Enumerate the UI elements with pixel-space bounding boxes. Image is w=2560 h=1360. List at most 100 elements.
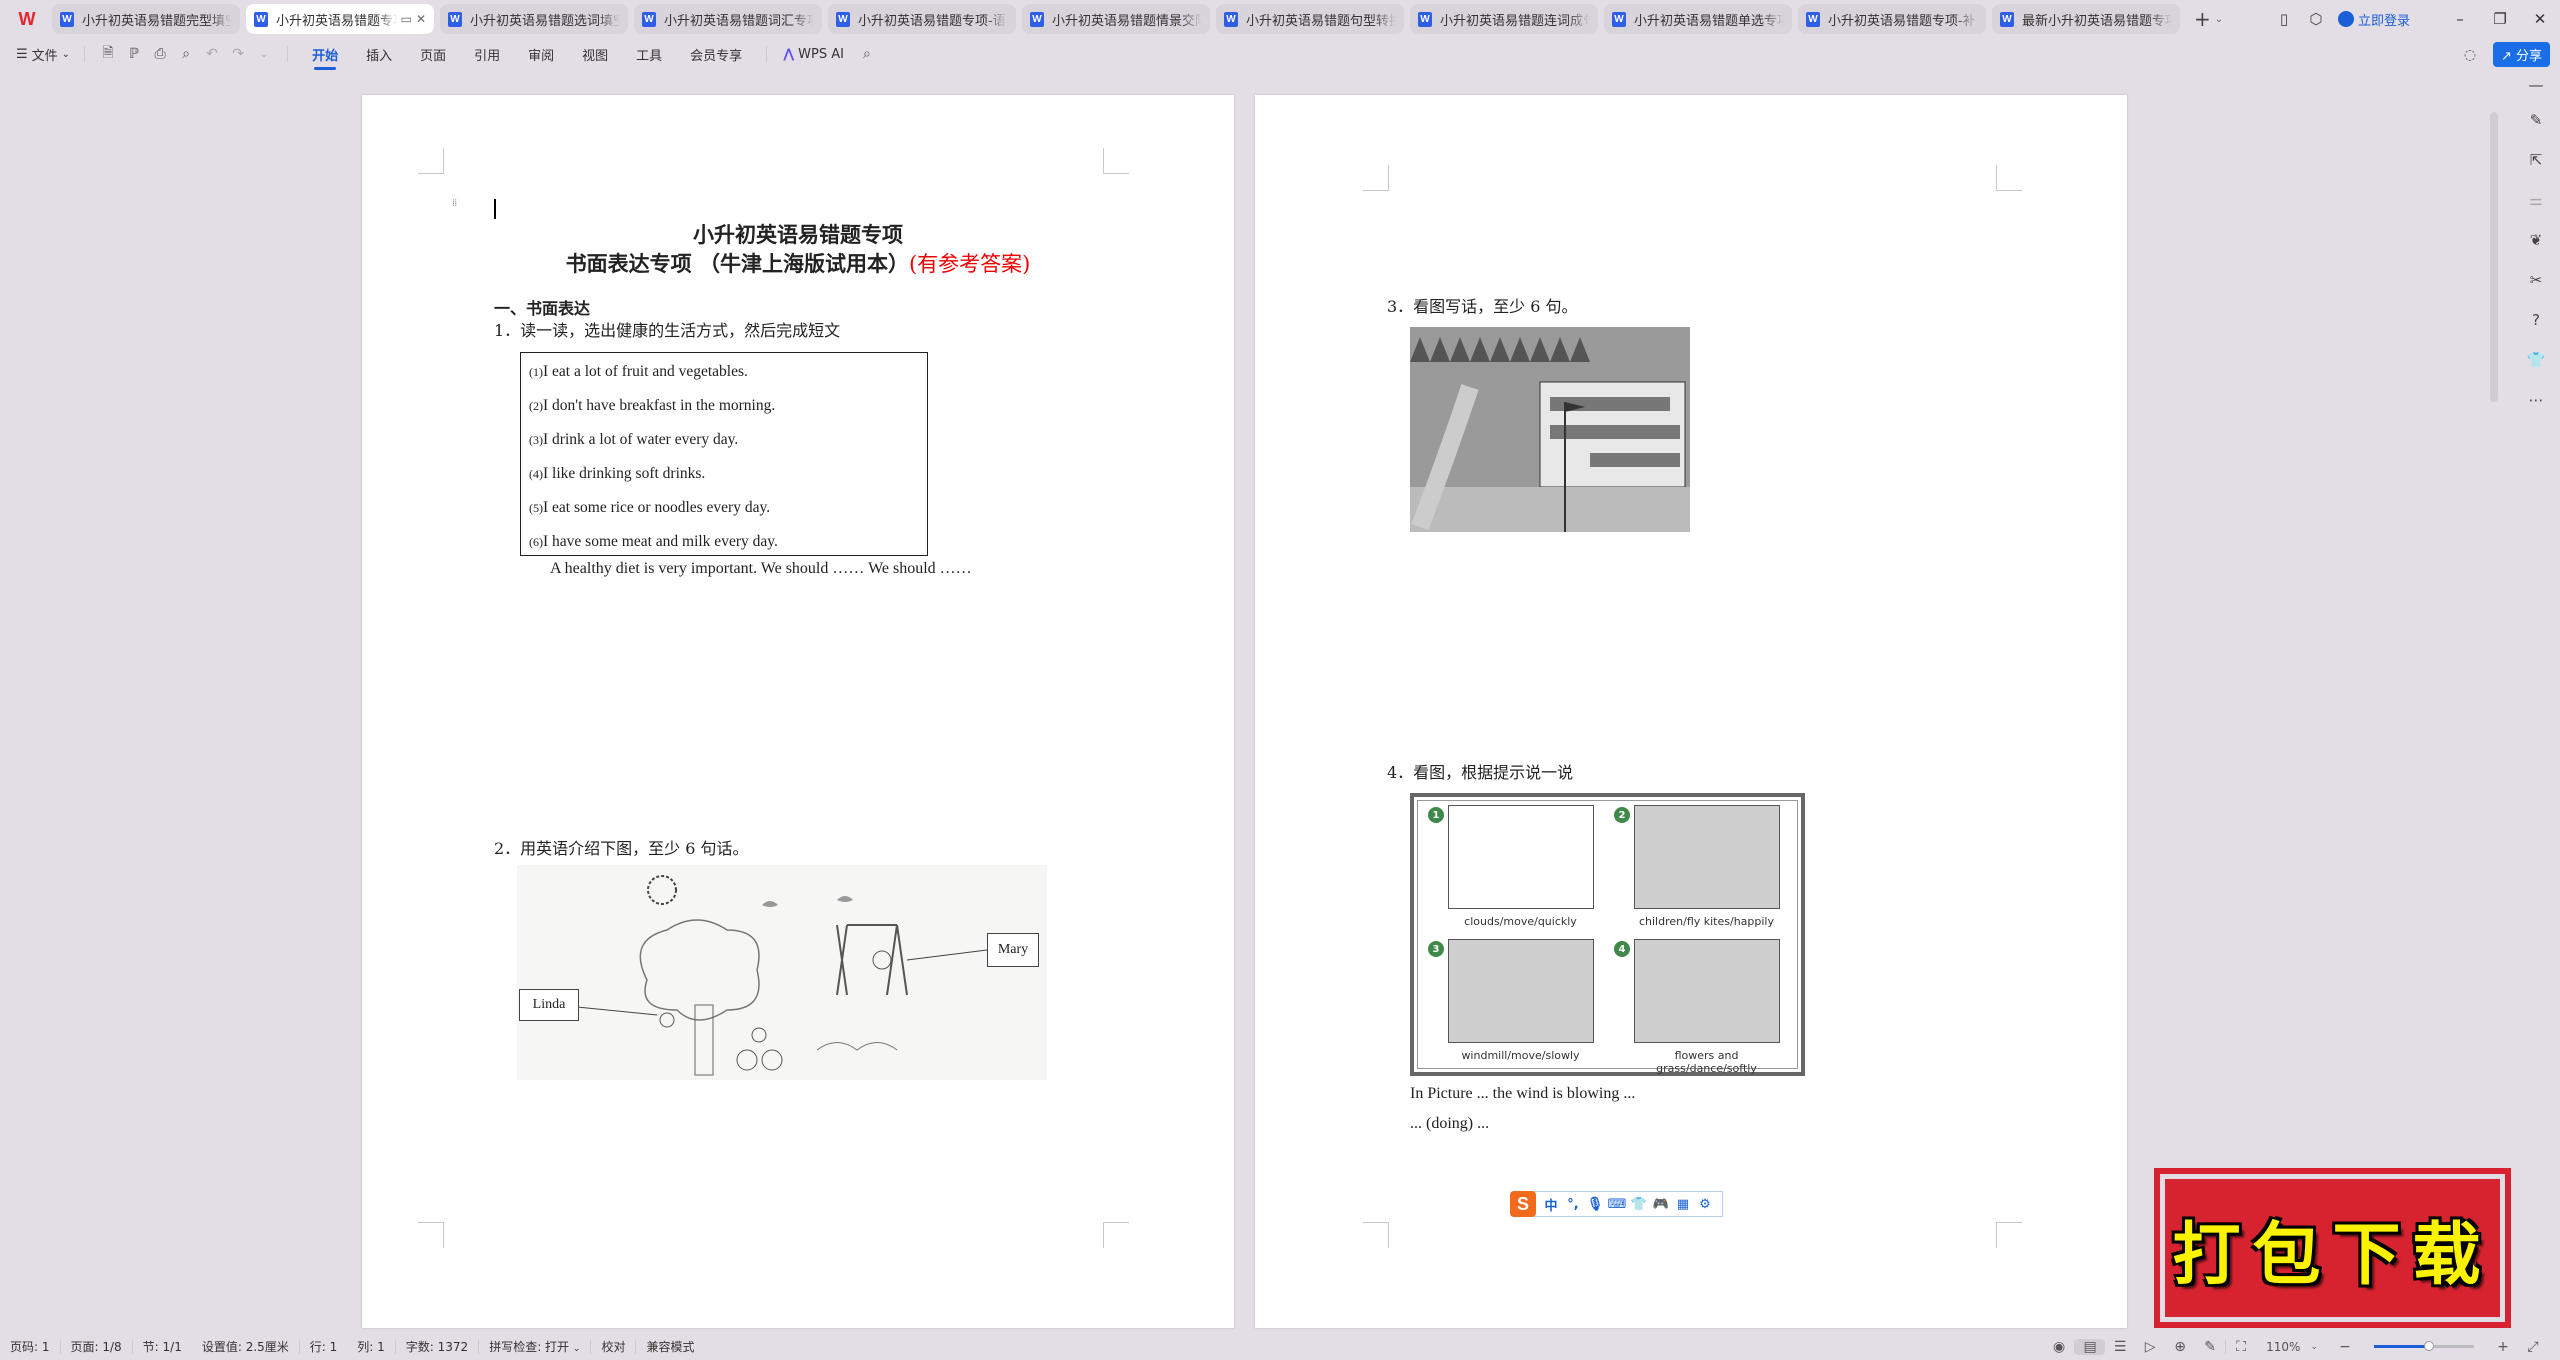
undo-icon[interactable]: ↶ <box>199 46 225 62</box>
status-page[interactable]: 页面: 1/8 <box>61 1338 132 1355</box>
cube-icon[interactable]: ⬡ <box>2300 10 2332 28</box>
tools-icon[interactable]: ✂ <box>2512 260 2560 300</box>
wps-ai-button[interactable]: ⋀ WPS AI <box>783 47 844 62</box>
margin-corner <box>1996 165 2022 191</box>
tree-trunk <box>694 1004 714 1076</box>
tab-pin-icon[interactable]: ▭ <box>401 12 412 26</box>
file-menu[interactable]: ☰ 文件 ⌄ <box>16 45 74 64</box>
document-tab[interactable]: W 小升初英语易错题专项-补全 <box>1798 4 1986 34</box>
option-text: I eat some rice or noodles every day. <box>543 499 771 516</box>
option-number: (6) <box>529 535 543 549</box>
collapse-icon[interactable]: — <box>2512 70 2560 100</box>
wps-logo-icon[interactable]: W <box>14 6 40 32</box>
minimize-button[interactable]: – <box>2440 10 2480 28</box>
panel-number-badge: 3 <box>1428 941 1444 957</box>
zoom-out-button[interactable]: − <box>2330 1339 2360 1355</box>
status-page-code[interactable]: 页码: 1 <box>0 1338 60 1355</box>
mary-figure <box>872 950 892 970</box>
format-painter-icon[interactable]: ℙ <box>121 46 147 62</box>
theme-shirt-icon[interactable]: 👕 <box>2512 340 2560 380</box>
status-section[interactable]: 节: 1/1 <box>133 1338 192 1355</box>
document-tab[interactable]: W 小升初英语易错题情景交际专项 <box>1022 4 1210 34</box>
share-button[interactable]: ↗ 分享 <box>2492 42 2550 67</box>
style-gallery-icon[interactable]: ❦ <box>2512 220 2560 260</box>
pen-edit-icon[interactable]: ✎ <box>2512 100 2560 140</box>
page-view-icon[interactable]: ▤ <box>2075 1338 2106 1355</box>
status-col[interactable]: 列: 1 <box>347 1338 395 1355</box>
restore-button[interactable]: ❐ <box>2480 10 2520 28</box>
microphone-icon[interactable]: 🎙 <box>1584 1197 1606 1212</box>
ribbon-tab[interactable]: 会员专享 <box>690 38 742 70</box>
status-word-count[interactable]: 字数: 1372 <box>396 1338 478 1355</box>
margin-corner <box>1363 165 1389 191</box>
document-tab[interactable]: W 小升初英语易错题完型填空专项 <box>52 4 240 34</box>
sogou-logo-icon[interactable]: S <box>1510 1191 1536 1217</box>
zoom-slider[interactable] <box>2374 1341 2474 1351</box>
zoom-dropdown-icon[interactable]: ⌄ <box>2310 1342 2318 1352</box>
chevron-down-icon: ⌄ <box>61 48 71 60</box>
spell-check-toggle[interactable]: 拼写检查: 打开 ⌄ <box>479 1338 590 1355</box>
word-doc-icon: W <box>1418 11 1432 27</box>
document-tab[interactable]: W 最新小升初英语易错题专项- <box>1992 4 2180 34</box>
ime-punctuation-toggle[interactable]: °, <box>1562 1197 1584 1212</box>
adjust-sliders-icon[interactable]: ⚌ <box>2512 180 2560 220</box>
document-tab[interactable]: W 小升初英语易错题专项 ▭ ✕ <box>246 4 434 34</box>
pen-icon[interactable]: ✎ <box>2195 1339 2225 1355</box>
document-tab[interactable]: W 小升初英语易错题句型转换专项 <box>1216 4 1404 34</box>
eye-protection-icon[interactable]: ◉ <box>2044 1339 2074 1355</box>
word-doc-icon: W <box>1806 11 1820 27</box>
ribbon-tab[interactable]: 开始 <box>312 38 338 70</box>
fit-page-icon[interactable]: ⛶ <box>2226 1339 2256 1355</box>
web-view-icon[interactable]: ⊕ <box>2165 1339 2195 1355</box>
ime-mode-toggle[interactable]: 中 <box>1540 1195 1562 1214</box>
document-tab[interactable]: W 小升初英语易错题连词成句 <box>1410 4 1598 34</box>
document-page-1[interactable]: ⁞⁞ 小升初英语易错题专项 书面表达专项 （牛津上海版试用本）(有参考答案) 一… <box>362 95 1234 1328</box>
ribbon-tab[interactable]: 页面 <box>420 38 446 70</box>
new-tab-dropdown-icon[interactable]: ⌄ <box>2215 14 2223 25</box>
print-preview-icon[interactable]: ⌕ <box>173 46 199 62</box>
help-icon[interactable]: ? <box>2512 300 2560 340</box>
fullscreen-icon[interactable]: ⤢ <box>2518 1339 2548 1355</box>
ribbon-tab[interactable]: 审阅 <box>528 38 554 70</box>
more-dropdown-icon[interactable]: ⌄ <box>251 49 277 60</box>
save-icon[interactable]: 🗎 <box>95 42 121 66</box>
zoom-level[interactable]: 110% <box>2256 1340 2310 1354</box>
ribbon-tab[interactable]: 插入 <box>366 38 392 70</box>
document-tab[interactable]: W 小升初英语易错题单选专项 <box>1604 4 1792 34</box>
close-window-button[interactable]: ✕ <box>2520 10 2560 28</box>
apps-grid-icon[interactable]: ▦ <box>1672 1197 1694 1212</box>
download-package-banner[interactable]: 打包下载 <box>2154 1168 2511 1328</box>
proofread-button[interactable]: 校对 <box>591 1338 635 1355</box>
ribbon-tab[interactable]: 工具 <box>636 38 662 70</box>
document-page-2[interactable]: 3．看图写话，至少 6 句。 4．看图，根据提示说一说 1 clouds/move… <box>1255 95 2127 1328</box>
skin-shirt-icon[interactable]: 👕 <box>1628 1197 1650 1212</box>
vertical-scrollbar[interactable] <box>2490 112 2498 402</box>
select-pointer-icon[interactable]: ⇱ <box>2512 140 2560 180</box>
document-tab[interactable]: W 小升初英语易错题选词填空专项 <box>440 4 628 34</box>
close-tab-icon[interactable]: ✕ <box>416 12 426 26</box>
comment-icon[interactable]: ◌ <box>2457 47 2483 63</box>
login-button[interactable]: 立即登录 <box>2337 10 2410 29</box>
panel-picture <box>1634 939 1780 1043</box>
new-tab-button[interactable]: + <box>2194 7 2211 31</box>
panel-number-badge: 1 <box>1428 807 1444 823</box>
document-tab[interactable]: W 小升初英语易错题词汇专项 <box>634 4 822 34</box>
paragraph-drag-handle[interactable]: ⁞⁞ <box>452 199 457 209</box>
status-setting[interactable]: 设置值: 2.5厘米 <box>192 1338 299 1355</box>
outline-view-icon[interactable]: ☰ <box>2105 1339 2135 1355</box>
status-row[interactable]: 行: 1 <box>300 1338 348 1355</box>
print-icon[interactable]: ⎙ <box>147 46 173 62</box>
ribbon-tab[interactable]: 引用 <box>474 38 500 70</box>
tablet-mode-icon[interactable]: ▯ <box>2268 10 2300 28</box>
play-icon[interactable]: ▷ <box>2135 1339 2165 1355</box>
redo-icon[interactable]: ↷ <box>225 46 251 62</box>
search-icon[interactable]: ⌕ <box>854 46 880 62</box>
gamepad-icon[interactable]: 🎮 <box>1650 1197 1672 1212</box>
zoom-slider-thumb[interactable] <box>2424 1341 2434 1351</box>
more-icon[interactable]: ⋯ <box>2512 380 2560 420</box>
settings-gear-icon[interactable]: ⚙ <box>1694 1197 1716 1212</box>
keyboard-icon[interactable]: ⌨ <box>1606 1197 1628 1212</box>
zoom-in-button[interactable]: + <box>2488 1339 2518 1355</box>
document-tab[interactable]: W 小升初英语易错题专项-语法专项 <box>828 4 1016 34</box>
ribbon-tab[interactable]: 视图 <box>582 38 608 70</box>
